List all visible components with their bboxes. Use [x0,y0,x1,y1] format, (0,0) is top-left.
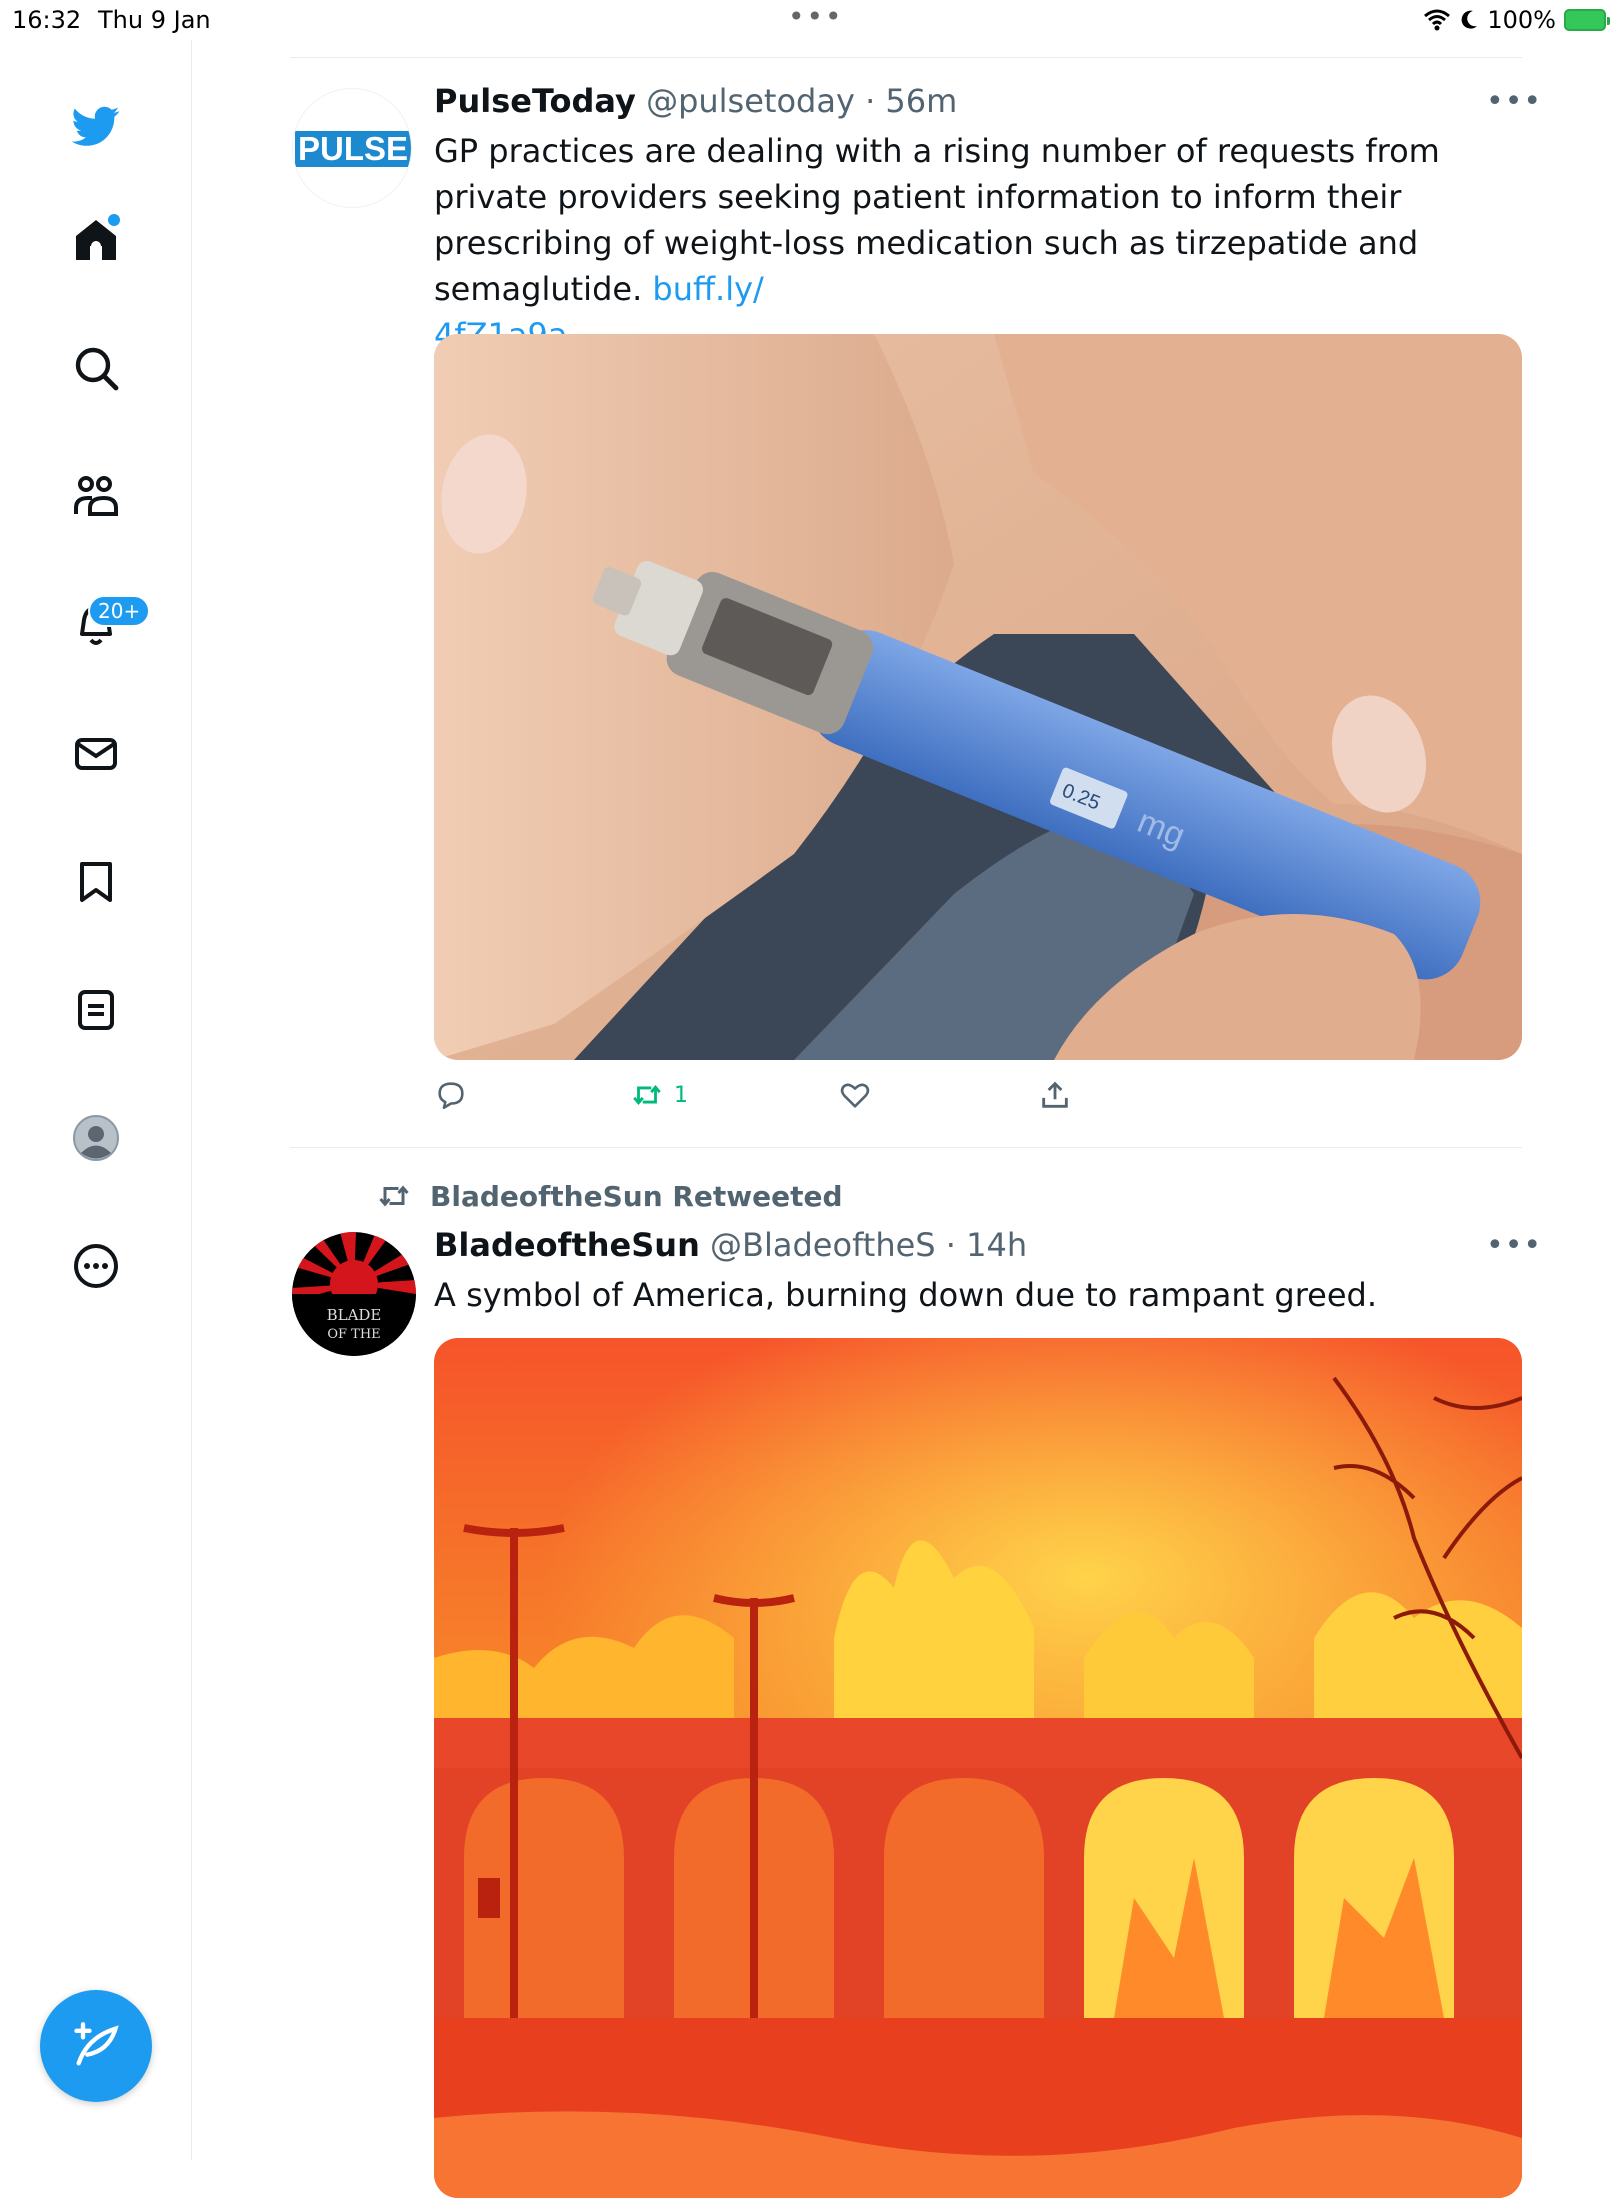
wildfire-photo [434,1338,1522,2198]
battery-icon [1564,9,1610,31]
wifi-icon [1424,9,1451,31]
retweet-count: 1 [674,1082,688,1108]
status-right: 100% [1423,6,1610,34]
tweet-header: PulseToday @pulsetoday · 56m [434,82,958,120]
retweeted-by-label[interactable]: BladeoftheSun Retweeted [376,1178,843,1214]
retweeted-by-text: BladeoftheSun Retweeted [430,1179,843,1213]
tweet-text: A symbol of America, burning down due to… [434,1272,1514,1318]
tweet-actions: 1 [434,1078,1134,1122]
tweet-more-button[interactable]: ••• [1486,1228,1542,1263]
avatar-icon [73,1115,119,1161]
battery-percent: 100% [1487,6,1556,34]
tweet-avatar[interactable]: PULSE [292,88,412,208]
tweet-author-name[interactable]: PulseToday [434,82,636,120]
tweet-text: GP practices are dealing with a rising n… [434,128,1514,358]
sidebar-item-messages[interactable] [60,718,132,790]
share-button[interactable] [1038,1078,1072,1112]
search-icon [75,347,119,391]
tweet-avatar[interactable]: BLADE OF THE [292,1232,416,1356]
retweet-icon [379,1185,409,1207]
tweet-time[interactable]: 56m [885,82,957,120]
bird-icon [72,106,120,146]
tweet-media-image[interactable] [434,1338,1522,2198]
share-icon [1042,1081,1068,1108]
tweet-author-name[interactable]: BladeoftheSun [434,1226,700,1264]
sidebar-item-bookmarks[interactable] [60,846,132,918]
tweet-body: GP practices are dealing with a rising n… [434,132,1440,308]
compose-icon [74,2022,119,2066]
sidebar: 20+ [0,40,192,2160]
blade-logo-line1: BLADE [327,1306,382,1324]
tweet-media-image[interactable]: 0.25 mg [434,334,1522,1060]
multitasking-dots[interactable]: ••• [788,0,844,33]
tweet-author-handle[interactable]: @pulsetoday [646,82,855,120]
mail-icon [75,738,117,770]
sidebar-item-communities[interactable] [60,460,132,532]
sidebar-item-lists[interactable] [60,974,132,1046]
tweet-link-part1[interactable]: buff.ly/ [652,270,763,308]
tweet-author-handle[interactable]: @BladeoftheS [710,1226,936,1264]
pulse-logo-text: PULSE [298,130,408,167]
blade-sun-logo: BLADE OF THE [292,1232,416,1356]
injection-pen-photo: 0.25 mg [434,334,1522,1060]
timeline-divider [290,57,1522,58]
twitter-logo[interactable] [60,90,132,162]
status-date: Thu 9 Jan [98,6,211,34]
list-icon [78,990,114,1030]
compose-button[interactable] [40,1990,152,2102]
tweet-time[interactable]: 14h [966,1226,1027,1264]
like-button[interactable] [838,1078,872,1112]
communities-icon [74,476,118,516]
sidebar-item-home[interactable] [60,204,132,276]
heart-icon [840,1083,870,1108]
status-bar: 16:32 Thu 9 Jan ••• 100% [0,0,1620,40]
retweet-icon [633,1085,661,1105]
home-unread-dot [108,214,120,226]
status-time: 16:32 [12,6,82,34]
tweet-header: BladeoftheSun @BladeoftheS · 14h [434,1226,1028,1264]
sidebar-item-profile[interactable] [60,1102,132,1174]
tweet-more-button[interactable]: ••• [1486,84,1542,119]
more-circle-icon [74,1244,118,1288]
retweet-button[interactable]: 1 [630,1078,688,1112]
reply-button[interactable] [434,1078,468,1112]
reply-icon [438,1082,464,1110]
moon-icon [1461,10,1478,29]
blade-logo-line2: OF THE [327,1327,380,1342]
notifications-badge: 20+ [88,595,151,627]
bookmark-icon [80,862,112,902]
sidebar-item-more[interactable] [60,1230,132,1302]
tweet-divider [290,1147,1522,1148]
pulse-logo: PULSE [293,127,411,171]
tweet-body: A symbol of America, burning down due to… [434,1276,1378,1314]
sidebar-item-explore[interactable] [60,332,132,404]
